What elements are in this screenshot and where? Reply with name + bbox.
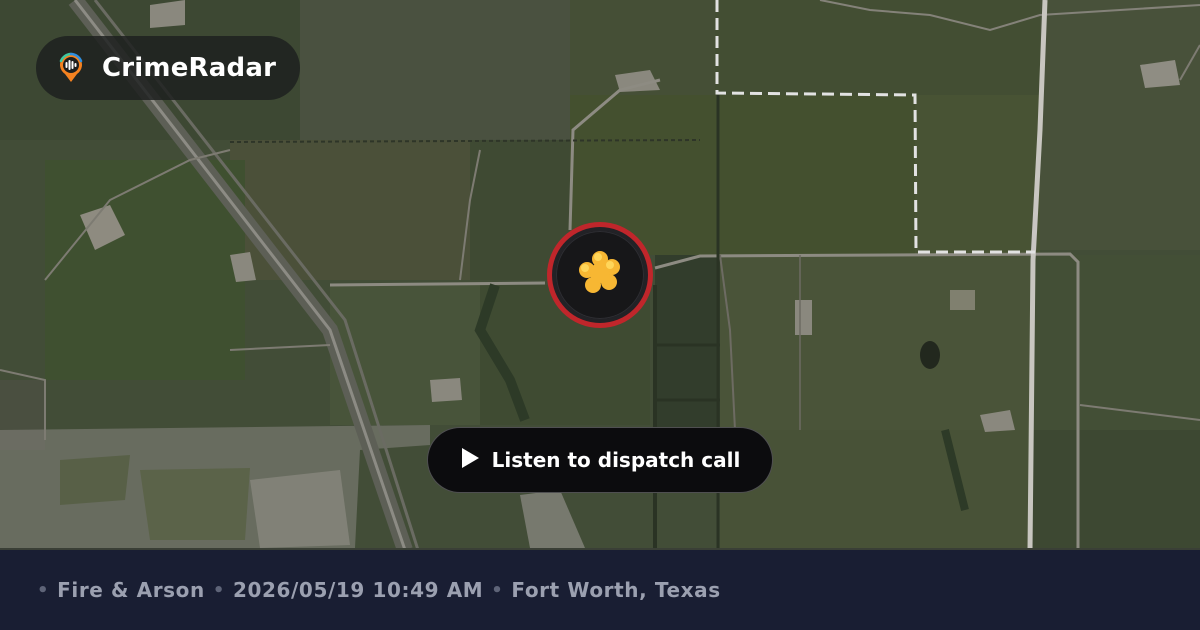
- listen-dispatch-button[interactable]: Listen to dispatch call: [427, 427, 773, 493]
- listen-button-label: Listen to dispatch call: [491, 448, 741, 472]
- incident-marker[interactable]: [547, 222, 653, 328]
- share-card: CrimeRadar Listen to dispatch call • Fir…: [0, 0, 1200, 630]
- incident-category: Fire & Arson: [57, 578, 205, 602]
- brand-badge[interactable]: CrimeRadar: [36, 36, 301, 100]
- incident-location: Fort Worth, Texas: [511, 578, 721, 602]
- fire-icon: [572, 245, 628, 305]
- incident-datetime: 2026/05/19 10:49 AM: [232, 578, 484, 602]
- incident-footer: • Fire & Arson • 2026/05/19 10:49 AM • F…: [0, 550, 1200, 630]
- brand-name: CrimeRadar: [102, 53, 277, 83]
- separator-dot: •: [37, 579, 50, 601]
- separator-dot: •: [491, 579, 504, 601]
- play-icon: [460, 447, 480, 473]
- radar-pin-icon: [54, 51, 88, 85]
- incident-marker-core: [552, 227, 648, 323]
- separator-dot: •: [212, 579, 225, 601]
